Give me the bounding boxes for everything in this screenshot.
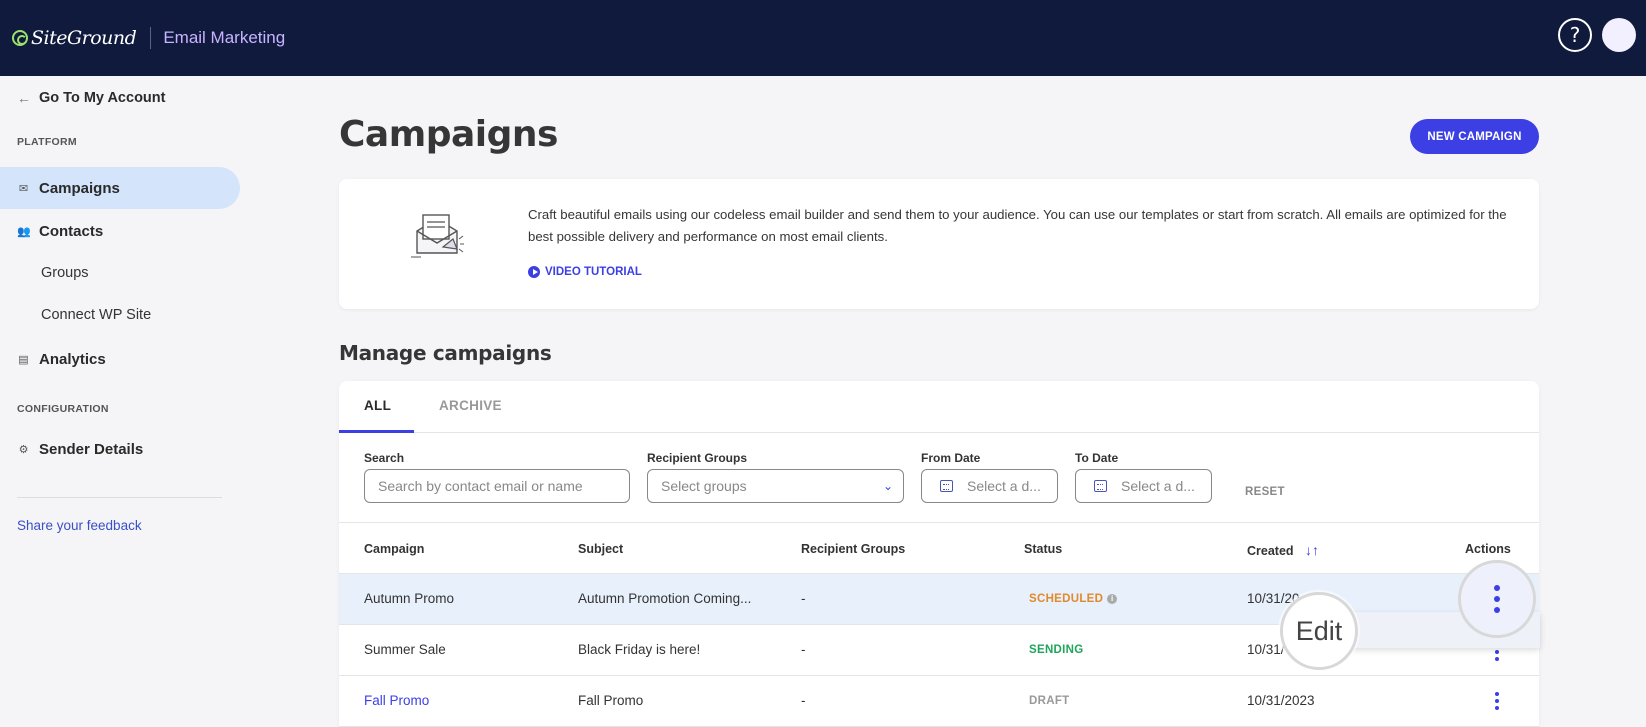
go-to-account-link[interactable]: ← Go To My Account [17, 90, 165, 106]
campaign-name: Autumn Promo [364, 591, 455, 606]
column-subject: Subject [578, 542, 624, 556]
groups-placeholder: Select groups [661, 478, 747, 494]
new-campaign-button[interactable]: NEW CAMPAIGN [1410, 119, 1539, 154]
from-date-label: From Date [921, 451, 981, 465]
sidebar-item-contacts[interactable]: 👥 Contacts [0, 210, 240, 252]
to-date-placeholder: Select a d... [1121, 478, 1195, 494]
sidebar-item-label: Contacts [39, 222, 104, 240]
recipient-groups-select[interactable]: Select groups ⌄ [647, 469, 904, 503]
user-avatar[interactable] [1602, 18, 1636, 52]
header-divider [150, 27, 152, 49]
column-actions: Actions [1465, 542, 1511, 556]
sidebar-item-label: Sender Details [39, 440, 144, 458]
header-actions: ? [1558, 18, 1636, 52]
help-button[interactable]: ? [1558, 18, 1592, 52]
campaign-created: 10/31/2023 [1247, 693, 1315, 708]
platform-section-label: PLATFORM [17, 136, 77, 148]
campaign-subject: Fall Promo [578, 693, 644, 708]
share-feedback-link[interactable]: Share your feedback [17, 518, 142, 533]
search-placeholder: Search by contact email or name [378, 478, 583, 494]
campaign-groups: - [801, 693, 806, 708]
column-created-label: Created [1247, 544, 1294, 558]
calendar-icon [1094, 480, 1107, 492]
configuration-section-label: CONFIGURATION [17, 403, 109, 415]
tab-archive[interactable]: ARCHIVE [439, 398, 502, 413]
sort-icon[interactable]: ↓↑ [1305, 542, 1319, 558]
to-date-label: To Date [1075, 451, 1119, 465]
video-tutorial-label: VIDEO TUTORIAL [545, 266, 642, 278]
sidebar-item-groups[interactable]: Groups [41, 265, 89, 281]
recipient-groups-label: Recipient Groups [647, 451, 748, 465]
info-icon[interactable]: i [1107, 594, 1118, 604]
campaign-groups: - [801, 591, 806, 606]
edit-menu-item[interactable]: Edit [1280, 592, 1358, 670]
top-bar: SiteGround Email Marketing ? [0, 0, 1646, 76]
table-row[interactable]: Fall Promo Fall Promo - DRAFT 10/31/2023 [339, 676, 1539, 727]
column-created[interactable]: Created ↓↑ [1247, 542, 1319, 558]
campaign-tabs: ALL ARCHIVE [339, 381, 1539, 433]
reset-button[interactable]: RESET [1245, 486, 1285, 498]
campaign-groups: - [801, 642, 806, 657]
column-recipient-groups: Recipient Groups [801, 542, 906, 556]
campaign-name: Summer Sale [364, 642, 446, 657]
status-badge: SCHEDULED i [1029, 593, 1118, 605]
sidebar-divider [17, 497, 222, 498]
brand-name: SiteGround [31, 27, 137, 49]
sidebar-item-connect-wp-site[interactable]: Connect WP Site [41, 307, 151, 323]
sidebar-item-sender-details[interactable]: ⚙ Sender Details [0, 428, 240, 470]
campaign-subject: Autumn Promotion Coming... [578, 591, 752, 606]
from-date-input[interactable]: Select a d... [921, 469, 1058, 503]
campaign-subject: Black Friday is here! [578, 642, 701, 657]
help-icon: ? [1569, 23, 1581, 47]
campaign-created: 10/31/ [1247, 642, 1285, 657]
users-icon: 👥 [17, 225, 31, 238]
play-icon [528, 266, 540, 278]
status-badge: DRAFT [1029, 695, 1070, 707]
calendar-icon [940, 480, 953, 492]
chart-icon: ▤ [18, 353, 29, 366]
search-label: Search [364, 451, 405, 465]
sidebar-item-label: Analytics [39, 350, 106, 368]
email-illustration-icon [411, 214, 464, 258]
campaign-name-link[interactable]: Fall Promo [364, 693, 429, 708]
status-badge: SENDING [1029, 644, 1084, 656]
chevron-down-icon: ⌄ [882, 479, 893, 493]
row-actions-menu-icon-active[interactable] [1458, 560, 1536, 638]
column-campaign: Campaign [364, 542, 425, 556]
to-date-input[interactable]: Select a d... [1075, 469, 1212, 503]
page-title: Campaigns [339, 114, 558, 155]
manage-campaigns-title: Manage campaigns [339, 341, 552, 365]
from-date-placeholder: Select a d... [967, 478, 1041, 494]
arrow-left-icon: ← [17, 90, 31, 106]
filters-bar: Search Search by contact email or name R… [339, 433, 1539, 523]
video-tutorial-link[interactable]: VIDEO TUTORIAL [528, 266, 642, 278]
siteground-logo-icon [12, 30, 28, 46]
tab-all[interactable]: ALL [364, 398, 391, 413]
siteground-logo[interactable]: SiteGround [12, 27, 137, 49]
gear-icon: ⚙ [18, 443, 29, 456]
column-status: Status [1024, 542, 1063, 556]
intro-description: Craft beautiful emails using our codeles… [528, 207, 1507, 244]
search-input[interactable]: Search by contact email or name [364, 469, 630, 503]
row-actions-menu-icon[interactable] [1494, 692, 1500, 710]
sidebar: ← Go To My Account PLATFORM ✉ Campaigns … [0, 76, 240, 727]
campaigns-table-card: ALL ARCHIVE Search Search by contact ema… [339, 381, 1539, 727]
status-label: SCHEDULED [1029, 593, 1104, 605]
sidebar-item-analytics[interactable]: ▤ Analytics [0, 338, 240, 380]
table-header: Campaign Subject Recipient Groups Status… [339, 523, 1539, 574]
mail-icon: ✉ [18, 182, 29, 195]
product-name: Email Marketing [163, 28, 286, 47]
sidebar-item-campaigns[interactable]: ✉ Campaigns [0, 167, 240, 209]
intro-card: Craft beautiful emails using our codeles… [339, 179, 1539, 309]
go-to-account-label: Go To My Account [39, 90, 166, 106]
sidebar-item-label: Campaigns [39, 179, 120, 197]
